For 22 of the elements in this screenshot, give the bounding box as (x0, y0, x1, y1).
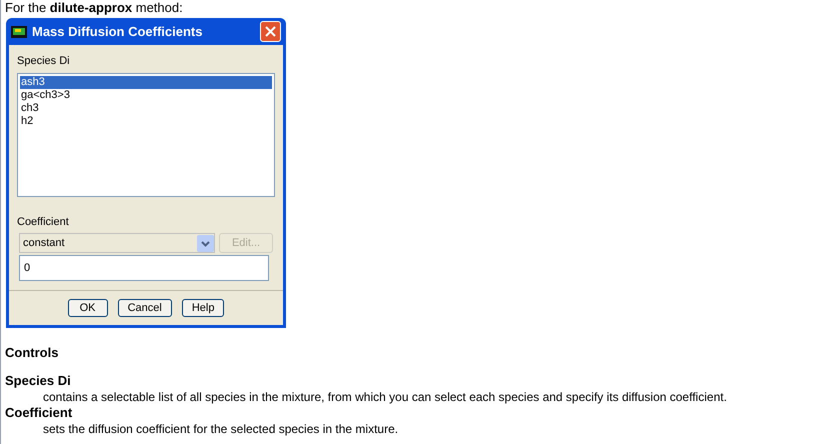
value-field[interactable]: 0 (19, 255, 269, 281)
definition-term: Species Di (5, 373, 72, 389)
intro-text: For the dilute-approx method: (5, 0, 184, 17)
app-icon (11, 26, 27, 38)
species-label: Species Di (17, 54, 71, 69)
definition-term: Coefficient (5, 405, 74, 421)
window-title: Mass Diffusion Coefficients (32, 22, 204, 41)
controls-heading: Controls (5, 345, 60, 361)
species-item[interactable]: ash3 (20, 76, 272, 88)
dialog-button[interactable]: OK (68, 299, 108, 317)
dialog-button[interactable]: Cancel (118, 299, 172, 317)
species-item[interactable]: ga<ch3>3 (20, 88, 272, 102)
method-dropdown[interactable]: constant (19, 233, 215, 253)
species-item[interactable]: h2 (20, 114, 272, 128)
chevron-down-icon (197, 234, 214, 252)
close-button[interactable] (260, 21, 281, 42)
definition-text: contains a selectable list of all species in the mixture, from which you can select each species and specify its diffusion coefficient. (42, 389, 728, 405)
definition-text: sets the diffusion coefficient for the selected species in the mixture. (42, 421, 400, 437)
coefficient-label: Coefficient (17, 214, 70, 230)
dialog-button[interactable]: Help (182, 299, 224, 317)
species-item[interactable]: ch3 (20, 102, 272, 114)
close-icon (265, 26, 276, 37)
